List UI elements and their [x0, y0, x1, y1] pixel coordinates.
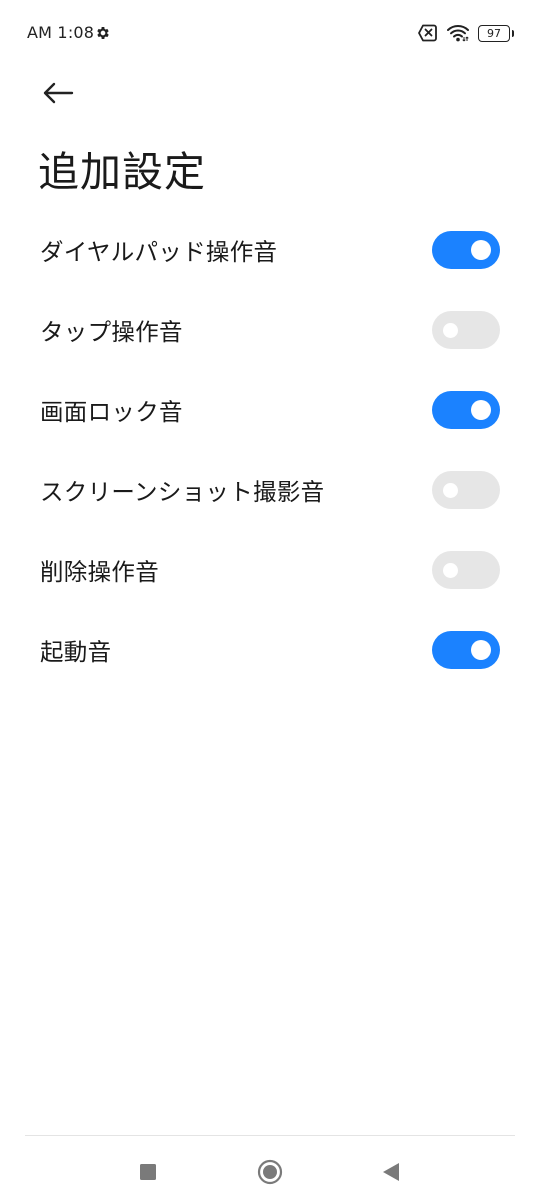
screen: AM 1:08 97 追加設定 ダイヤルパッド操作音 タップ操作音 画面ロック音…	[0, 0, 540, 1200]
status-bar: AM 1:08 97	[0, 0, 540, 66]
setting-row-dialpad-sound[interactable]: ダイヤルパッド操作音	[0, 210, 540, 290]
square-icon	[140, 1164, 156, 1180]
setting-label: タップ操作音	[40, 318, 183, 346]
toggle-switch[interactable]	[432, 551, 500, 589]
no-sim-icon	[418, 24, 437, 42]
home-button[interactable]	[250, 1152, 290, 1192]
back-button[interactable]	[34, 74, 82, 112]
setting-row-tap-sound[interactable]: タップ操作音	[0, 290, 540, 370]
toggle-switch[interactable]	[432, 311, 500, 349]
setting-label: 削除操作音	[40, 558, 159, 586]
navigation-bar	[0, 1136, 540, 1200]
triangle-left-icon	[383, 1163, 399, 1181]
status-time: AM 1:08	[27, 23, 95, 42]
toggle-switch[interactable]	[432, 231, 500, 269]
toggle-knob	[471, 640, 491, 660]
setting-row-screenshot-sound[interactable]: スクリーンショット撮影音	[0, 450, 540, 530]
toggle-switch[interactable]	[432, 391, 500, 429]
setting-label: 画面ロック音	[40, 398, 183, 426]
toggle-knob	[471, 240, 491, 260]
setting-label: ダイヤルパッド操作音	[40, 238, 278, 266]
setting-label: スクリーンショット撮影音	[40, 478, 325, 506]
gear-icon	[97, 27, 109, 39]
toggle-knob	[471, 400, 491, 420]
toggle-switch[interactable]	[432, 631, 500, 669]
toggle-knob	[443, 563, 458, 578]
status-icons: 97	[418, 22, 514, 44]
nav-back-button[interactable]	[371, 1152, 411, 1192]
toggle-switch[interactable]	[432, 471, 500, 509]
setting-row-lock-sound[interactable]: 画面ロック音	[0, 370, 540, 450]
arrow-left-icon	[43, 82, 74, 104]
battery-indicator: 97	[478, 24, 514, 42]
settings-list: ダイヤルパッド操作音 タップ操作音 画面ロック音 スクリーンショット撮影音 削除…	[0, 210, 540, 690]
toggle-knob	[443, 323, 458, 338]
wifi-icon	[447, 25, 469, 42]
setting-row-delete-sound[interactable]: 削除操作音	[0, 530, 540, 610]
page-title: 追加設定	[38, 148, 206, 196]
setting-label: 起動音	[40, 638, 112, 666]
battery-level: 97	[487, 26, 501, 40]
recents-button[interactable]	[128, 1152, 168, 1192]
setting-row-startup-sound[interactable]: 起動音	[0, 610, 540, 690]
circle-icon	[257, 1159, 283, 1185]
toggle-knob	[443, 483, 458, 498]
